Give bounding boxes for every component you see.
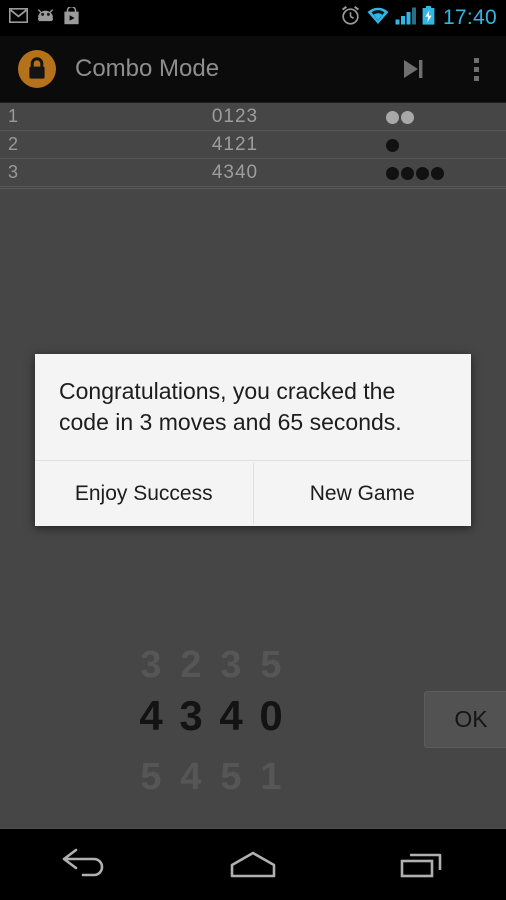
ok-button[interactable]: OK xyxy=(424,691,506,748)
row-code: 4121 xyxy=(211,134,259,155)
alarm-icon xyxy=(340,5,361,31)
dialog-message: Congratulations, you cracked the code in… xyxy=(59,378,402,435)
play-store-icon xyxy=(63,5,80,30)
status-bar-system-icons: 17:40 xyxy=(340,5,497,31)
peg-white xyxy=(386,111,399,124)
peg-black xyxy=(416,167,429,180)
picker-prev-digit[interactable]: 5 xyxy=(258,644,284,687)
signal-icon xyxy=(395,7,417,30)
peg-black xyxy=(401,167,414,180)
picker-current-digit[interactable]: 4 xyxy=(138,692,164,740)
overflow-dot xyxy=(473,57,479,63)
recents-icon[interactable] xyxy=(367,848,477,882)
overflow-menu-icon[interactable] xyxy=(462,57,490,81)
android-screen: 17:40 Combo Mode 1 0123 2 4121 3 4340 3 … xyxy=(0,0,506,900)
picker-prev-digit[interactable]: 3 xyxy=(138,644,164,687)
table-row[interactable]: 2 4121 xyxy=(0,131,506,159)
battery-charging-icon xyxy=(422,6,435,30)
picker-current-digit[interactable]: 0 xyxy=(258,692,284,740)
picker-current-digit[interactable]: 4 xyxy=(218,692,244,740)
picker-current-digit[interactable]: 3 xyxy=(178,692,204,740)
dialog-button-bar: Enjoy Success New Game xyxy=(35,460,471,526)
picker-next-row[interactable]: 5 4 5 1 xyxy=(138,756,338,799)
page-title: Combo Mode xyxy=(75,55,220,82)
row-pegs xyxy=(386,139,399,152)
lock-icon[interactable] xyxy=(18,50,56,88)
new-game-button[interactable]: New Game xyxy=(254,461,472,526)
overflow-dot xyxy=(473,75,479,81)
enjoy-success-button[interactable]: Enjoy Success xyxy=(35,461,253,526)
overflow-dot xyxy=(473,66,479,72)
picker-current-row[interactable]: 4 3 4 0 xyxy=(138,692,338,740)
peg-black xyxy=(386,167,399,180)
home-icon[interactable] xyxy=(198,848,308,882)
congratulations-dialog: Congratulations, you cracked the code in… xyxy=(35,354,471,526)
row-pegs xyxy=(386,167,444,180)
peg-black xyxy=(386,139,399,152)
table-row[interactable]: 3 4340 xyxy=(0,159,506,187)
picker-next-digit[interactable]: 1 xyxy=(258,756,284,799)
peg-black xyxy=(431,167,444,180)
picker-prev-digit[interactable]: 2 xyxy=(178,644,204,687)
wifi-icon xyxy=(366,7,390,30)
picker-next-digit[interactable]: 5 xyxy=(218,756,244,799)
list-divider xyxy=(0,188,506,189)
navigation-bar xyxy=(0,828,506,900)
peg-white xyxy=(401,111,414,124)
table-row[interactable]: 1 0123 xyxy=(0,103,506,131)
picker-next-digit[interactable]: 4 xyxy=(178,756,204,799)
action-bar: Combo Mode xyxy=(0,36,506,103)
skip-next-icon[interactable] xyxy=(390,56,436,82)
gmail-icon xyxy=(9,8,28,28)
back-icon[interactable] xyxy=(29,848,139,882)
status-clock: 17:40 xyxy=(442,6,497,29)
row-pegs xyxy=(386,111,414,124)
guess-list: 1 0123 2 4121 3 4340 xyxy=(0,103,506,187)
picker-prev-digit[interactable]: 3 xyxy=(218,644,244,687)
picker-next-digit[interactable]: 5 xyxy=(138,756,164,799)
android-icon xyxy=(35,8,56,28)
status-bar-notifications xyxy=(9,5,80,30)
picker-previous-row[interactable]: 3 2 3 5 xyxy=(138,644,338,687)
status-bar: 17:40 xyxy=(0,0,506,36)
